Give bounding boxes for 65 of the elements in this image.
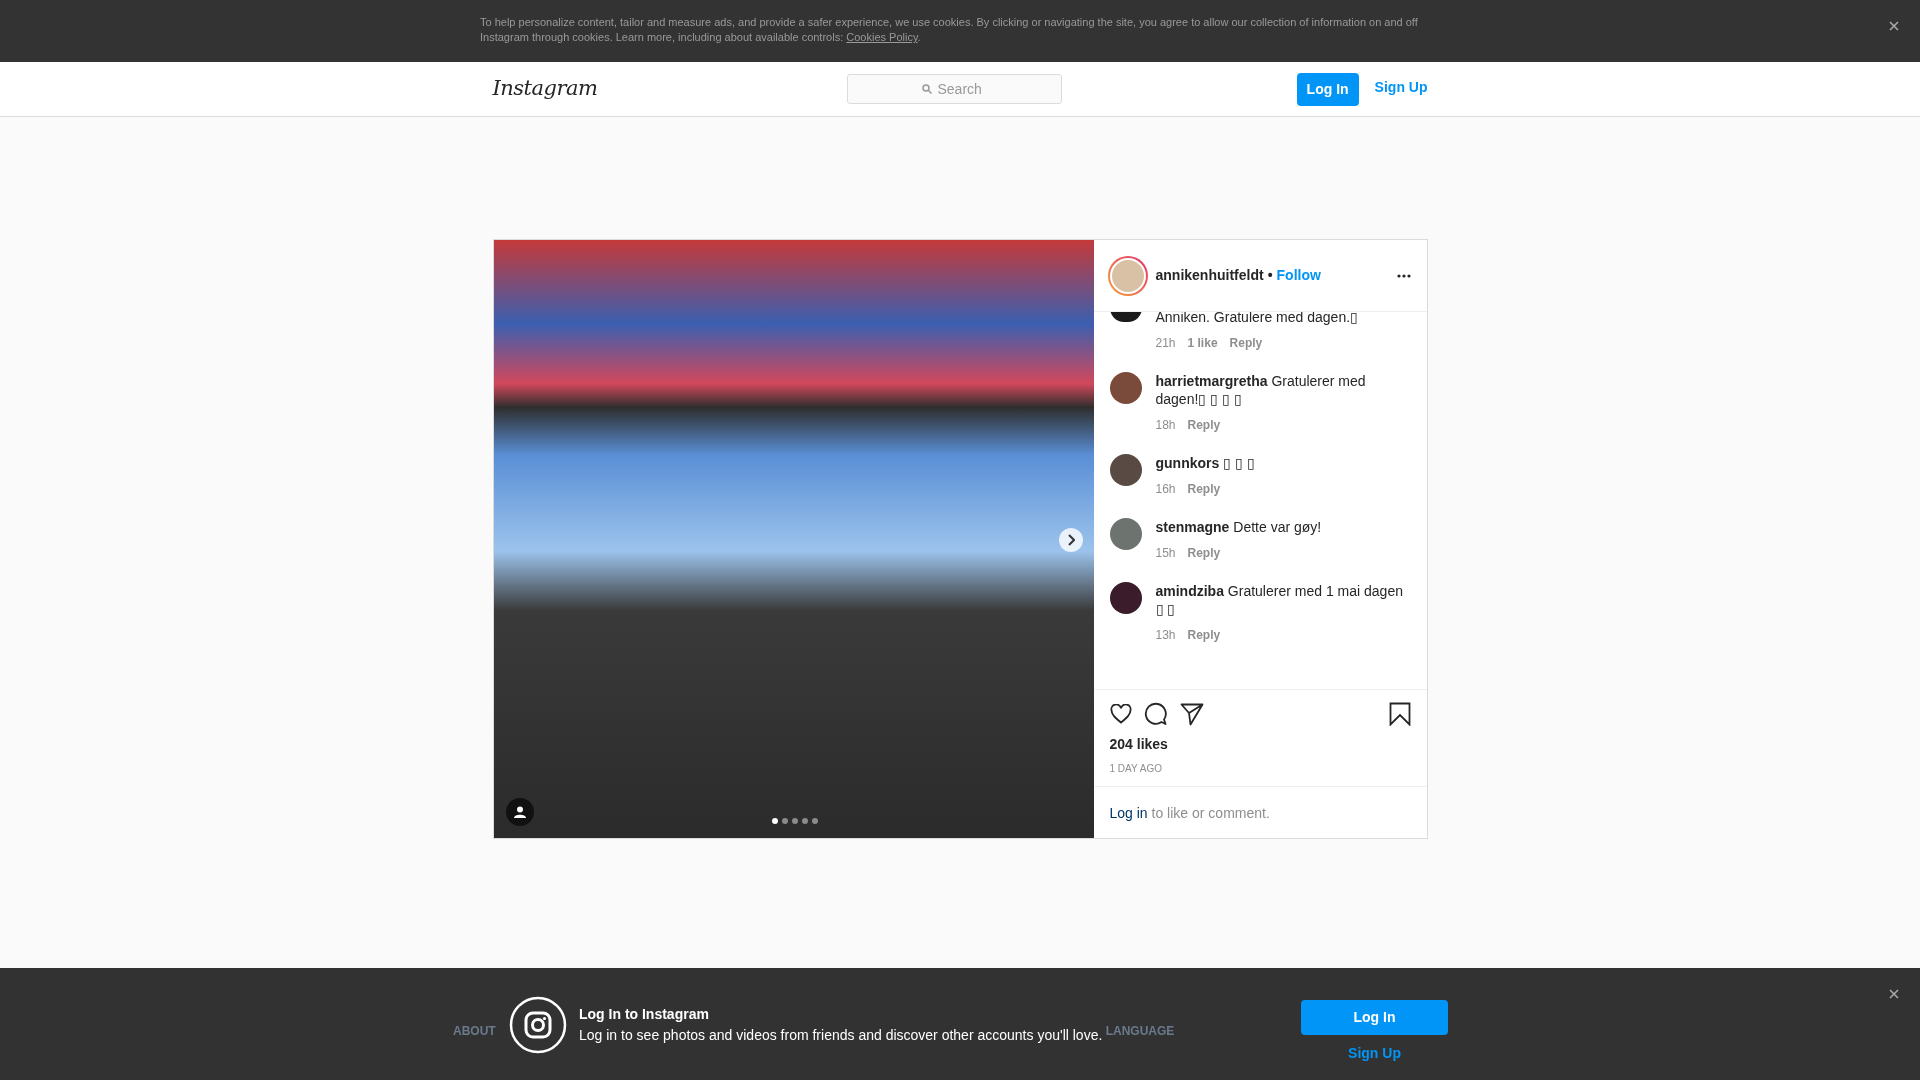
comment-time: 13h [1155, 627, 1176, 644]
log-in-link[interactable]: Log in [1109, 805, 1148, 821]
comment-time: 18h [1155, 417, 1176, 434]
username-link[interactable]: annikenhuitfeldt [1155, 265, 1264, 286]
reply-button[interactable]: Reply [1187, 626, 1221, 644]
bookmark-icon [1388, 702, 1411, 726]
like-button[interactable] [1109, 704, 1132, 724]
cookies-policy-link[interactable]: Cookies Policy [846, 31, 918, 43]
avatar [1109, 372, 1142, 404]
comment-time: 15h [1155, 545, 1176, 562]
sign-up-link[interactable]: Sign Up [1374, 76, 1428, 98]
carousel-dot[interactable] [771, 818, 778, 824]
share-button[interactable] [1179, 702, 1204, 726]
comment-text: stenmagne Dette var gøy! [1155, 518, 1322, 536]
comment-button[interactable] [1143, 702, 1168, 726]
reply-button[interactable]: Reply [1187, 544, 1221, 562]
reply-button[interactable]: Reply [1229, 334, 1263, 352]
comment-text: harrietmargretha Gratulerer med dagen!▯ ▯ ▯ ▯ [1155, 372, 1367, 408]
carousel-dot[interactable] [781, 818, 788, 824]
person-icon [513, 806, 526, 818]
comment-time: 16h [1155, 481, 1176, 498]
search-input[interactable]: Search [937, 78, 988, 100]
reply-button[interactable]: Reply [1187, 480, 1221, 498]
log-in-button[interactable]: Log In [1296, 72, 1359, 106]
avatar [1109, 518, 1142, 550]
cookie-notice-text: To help personalize content, tailor and measure ads, and provide a safer experience, we use cookies. By clicking or navigating the site, you agree to allow our collection of information on and off Instagram through cookies. Learn more, including about available controls: Cookies Policy. [480, 15, 1419, 45]
carousel-dot[interactable] [791, 818, 798, 824]
save-button[interactable] [1388, 702, 1411, 726]
reply-button[interactable]: Reply [1187, 416, 1221, 434]
log-in-button[interactable]: Log In [1301, 1000, 1448, 1035]
sign-up-link[interactable]: Sign Up [1348, 1043, 1401, 1064]
carousel-dot[interactable] [801, 818, 808, 824]
comment-text: Anniken. Gratulere med dagen.▯ [1155, 312, 1359, 326]
avatar [1109, 582, 1142, 614]
login-prompt-text: Log in to like or comment. [1109, 804, 1271, 823]
like-count: 204 likes [1109, 735, 1169, 754]
comment-time: 21h [1155, 335, 1176, 352]
avatar [1107, 255, 1148, 296]
next-button[interactable] [1058, 528, 1083, 552]
speech-bubble-icon [1143, 702, 1168, 726]
carousel-dot[interactable] [811, 818, 818, 824]
separator-dot: • [1267, 266, 1273, 285]
chevron-right-icon [1066, 534, 1075, 546]
camera-icon [509, 996, 567, 1054]
comment-text: amindziba Gratulerer med 1 mai dagen ▯ ▯ [1155, 582, 1404, 618]
comment-text: gunnkors ▯ ▯ ▯ [1155, 454, 1255, 472]
more-options-button[interactable] [1396, 273, 1411, 278]
post-time: 1 DAY AGO [1109, 762, 1163, 776]
footer-link[interactable]: LANGUAGE [1105, 1022, 1175, 1040]
comment-likes[interactable]: 1 like [1187, 334, 1218, 352]
heart-icon [1109, 704, 1132, 724]
close-icon [1888, 20, 1900, 32]
search-icon [922, 84, 933, 94]
avatar [1109, 454, 1142, 486]
tagged-people-button[interactable] [505, 798, 534, 826]
more-icon [1396, 273, 1411, 278]
follow-link[interactable]: Follow [1276, 265, 1321, 286]
banner-title: Log In to Instagram [579, 1005, 710, 1024]
banner-text: Log in to see photos and videos from friends and discover other accounts you'll love. [579, 1026, 1103, 1045]
search-field[interactable]: Search [847, 74, 1063, 104]
paper-plane-icon [1179, 702, 1204, 726]
close-icon [1888, 988, 1900, 1000]
instagram-logo[interactable]: Instagram [492, 73, 598, 105]
footer-link[interactable]: ABOUT [453, 1022, 496, 1040]
avatar [1109, 312, 1142, 322]
